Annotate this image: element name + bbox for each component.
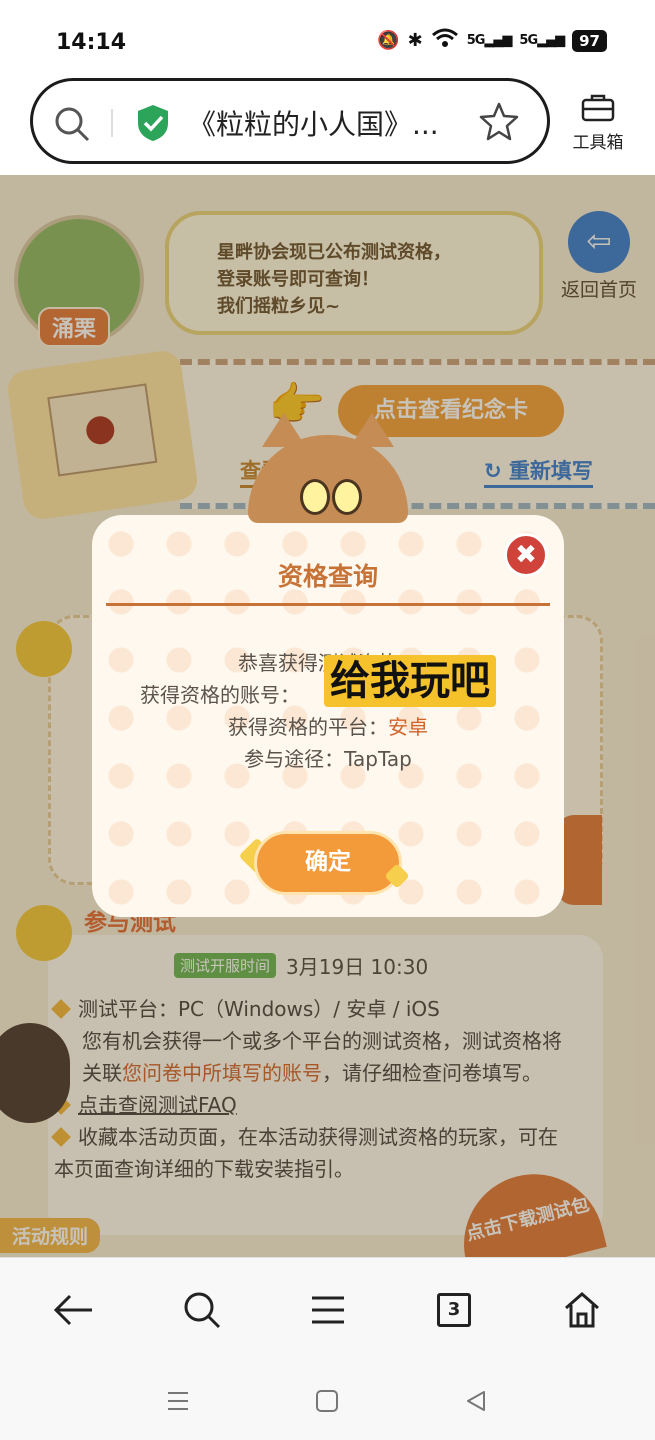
dialog-title: 资格查询 — [277, 562, 378, 591]
platform-value: 安卓 — [388, 715, 428, 739]
confirm-button[interactable]: 确定 — [254, 831, 402, 895]
square-home-icon — [316, 1390, 338, 1412]
address-bar[interactable]: 《粒粒的小人国》... — [30, 78, 550, 164]
qualification-dialog: 资格查询 ✖ 恭喜获得测试资格！ 获得资格的账号： 获得资格的平台：安卓 参与途… — [92, 515, 564, 917]
browser-navigation-bar: 3 — [0, 1257, 655, 1361]
home-button[interactable] — [556, 1284, 608, 1336]
bluetooth-icon: ✱ — [407, 30, 423, 51]
url-divider — [111, 109, 113, 137]
toolbox-icon — [581, 94, 615, 122]
search-icon[interactable] — [53, 105, 91, 143]
toolbox-button[interactable]: 工具箱 — [566, 92, 630, 153]
wifi-icon — [431, 28, 459, 53]
status-time: 14:14 — [56, 30, 127, 55]
toolbox-label: 工具箱 — [572, 133, 624, 153]
page-title-in-url[interactable]: 《粒粒的小人国》... — [188, 103, 468, 143]
recents-icon — [168, 1392, 188, 1410]
back-arrow-icon — [53, 1294, 92, 1326]
status-icons: 🔕 ✱ 5G▂▄▆ 5G▂▄▆ 97 — [377, 28, 607, 53]
system-back-button[interactable] — [458, 1383, 494, 1419]
system-home-button[interactable] — [309, 1383, 345, 1419]
menu-icon — [312, 1296, 344, 1324]
signal-icon-2: 5G▂▄▆ — [519, 33, 565, 48]
bookmark-star-icon[interactable] — [479, 101, 519, 141]
dialog-divider — [106, 603, 550, 606]
platform-line: 获得资格的平台：安卓 — [228, 715, 428, 739]
search-icon — [184, 1292, 221, 1329]
system-navigation-bar — [0, 1361, 655, 1440]
recents-button[interactable] — [160, 1383, 196, 1419]
tabs-button[interactable]: 3 — [428, 1284, 480, 1336]
tab-count: 3 — [437, 1293, 471, 1327]
signal-icon-1: 5G▂▄▆ — [466, 33, 513, 48]
overlay-caption: 给我玩吧 — [324, 655, 496, 707]
security-shield-icon[interactable] — [135, 103, 171, 143]
mute-bell-icon: 🔕 — [377, 30, 400, 51]
channel-line: 参与途径：TapTap — [244, 747, 412, 771]
triangle-back-icon — [467, 1391, 485, 1411]
close-icon[interactable]: ✖ — [504, 533, 548, 577]
home-icon — [565, 1292, 599, 1328]
battery-indicator: 97 — [572, 29, 607, 52]
status-bar: 14:14 🔕 ✱ 5G▂▄▆ 5G▂▄▆ 97 — [0, 0, 655, 78]
back-button[interactable] — [48, 1284, 100, 1336]
menu-button[interactable] — [302, 1284, 354, 1336]
search-button[interactable] — [176, 1284, 228, 1336]
